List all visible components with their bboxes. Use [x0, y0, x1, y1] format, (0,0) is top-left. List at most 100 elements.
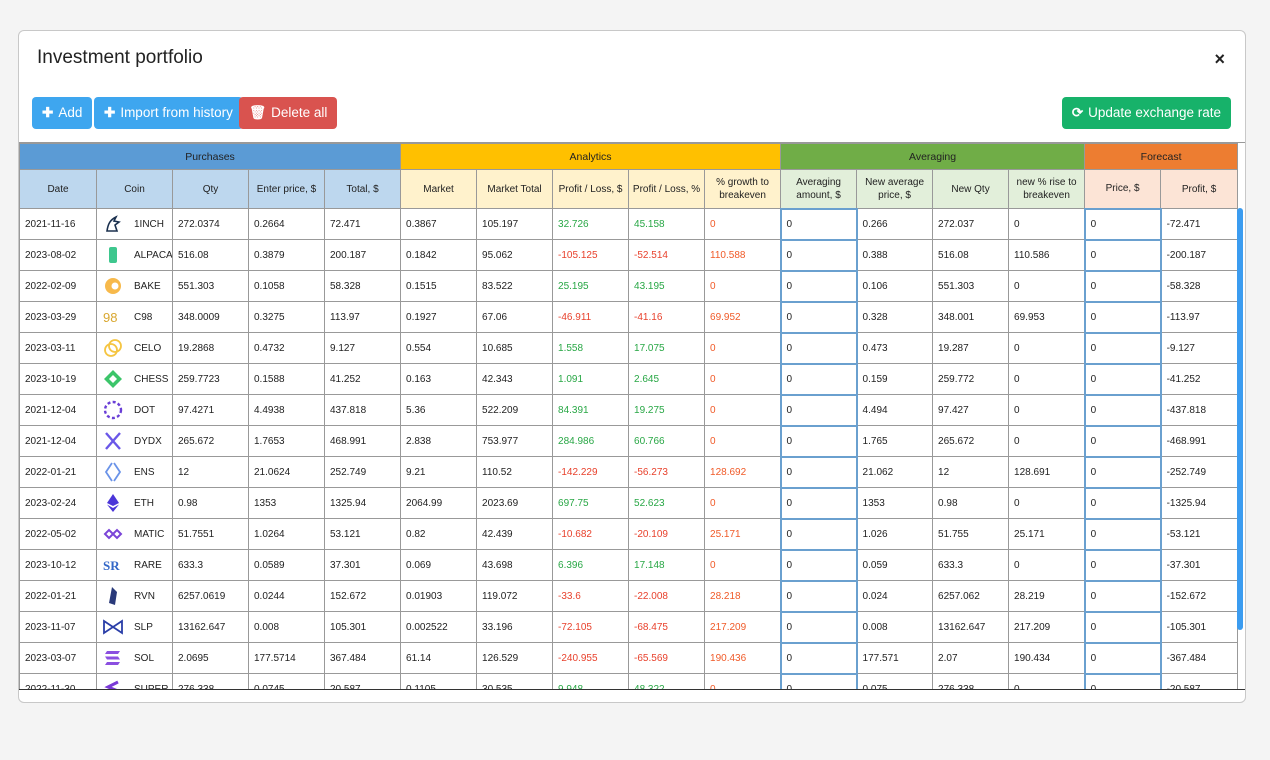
averaging-amount-input[interactable]: 0	[779, 362, 858, 396]
table-row[interactable]: 2021-12-04 DOT 97.4271 4.4938 437.818 5.36 522…	[19, 393, 1239, 427]
col-total[interactable]: Total, $	[323, 169, 402, 209]
col-forecast-profit[interactable]: Profit, $	[1160, 169, 1239, 209]
col-forecast-price[interactable]: Price, $	[1084, 169, 1162, 209]
table-row[interactable]: 2022-01-21 RVN 6257.0619 0.0244 152.672 0.019…	[19, 579, 1239, 613]
forecast-price-input[interactable]: 0	[1083, 579, 1162, 613]
total-cell: 58.328	[323, 270, 402, 302]
averaging-amount-input[interactable]: 0	[779, 672, 858, 690]
forecast-price-input[interactable]: 0	[1083, 486, 1162, 520]
averaging-amount-input[interactable]: 0	[779, 269, 858, 303]
table-row[interactable]: 2021-11-16 1INCH 272.0374 0.2664 72.471 0.386…	[19, 207, 1239, 241]
forecast-price-input[interactable]: 0	[1083, 610, 1162, 644]
bake-icon	[102, 275, 124, 297]
col-qty[interactable]: Qty	[172, 169, 249, 209]
profit-loss-pct-cell: -68.475	[628, 611, 706, 643]
new-average-price-cell: 0.059	[856, 549, 934, 581]
date-cell: 2023-08-02	[19, 239, 97, 271]
forecast-price-input[interactable]: 0	[1083, 300, 1162, 334]
market-price-cell: 9.21	[400, 456, 478, 488]
profit-loss-usd-cell: 9.948	[552, 673, 630, 690]
forecast-price-input[interactable]: 0	[1083, 455, 1162, 489]
coin-name: DYDX	[134, 435, 162, 447]
close-icon[interactable]: ×	[1214, 49, 1225, 70]
new-average-price-cell: 21.062	[856, 456, 934, 488]
new-qty-cell: 516.08	[932, 239, 1010, 271]
table-row[interactable]: 2021-12-04 DYDX 265.672 1.7653 468.991 2.838 7…	[19, 424, 1239, 458]
averaging-amount-input[interactable]: 0	[779, 393, 858, 427]
table-scrollbar[interactable]	[1237, 208, 1243, 630]
profit-loss-usd-cell: 32.726	[552, 208, 630, 240]
forecast-profit-cell: -20.587	[1160, 673, 1239, 690]
averaging-amount-input[interactable]: 0	[779, 207, 858, 241]
add-button[interactable]: ✚ Add	[32, 97, 93, 129]
forecast-price-input[interactable]: 0	[1083, 517, 1162, 551]
table-row[interactable]: 2023-10-12 SR RARE 633.3 0.0589 37.301 0.069 43…	[19, 548, 1239, 582]
update-exchange-rate-button[interactable]: ⟳ Update exchange rate	[1061, 97, 1231, 129]
total-cell: 113.97	[323, 301, 402, 333]
table-row[interactable]: 2023-02-24 ETH 0.98 1353 1325.94 2064.99 2023.…	[19, 486, 1239, 520]
forecast-price-input[interactable]: 0	[1083, 238, 1162, 272]
forecast-price-input[interactable]: 0	[1083, 424, 1162, 458]
date-cell: 2021-12-04	[19, 394, 97, 426]
table-row[interactable]: 2023-03-29 98 C98 348.0009 0.3275 113.97 0.192…	[19, 300, 1239, 334]
col-market-total[interactable]: Market Total	[476, 169, 554, 209]
col-coin[interactable]: Coin	[96, 169, 173, 209]
col-profit-loss-pct[interactable]: Profit / Loss, %	[628, 169, 706, 209]
table-row[interactable]: 2022-11-30 SUPER 276.338 0.0745 20.587 0.1105…	[19, 672, 1239, 690]
forecast-price-input[interactable]: 0	[1083, 362, 1162, 396]
col-enter-price[interactable]: Enter price, $	[248, 169, 325, 209]
enter-price-cell: 0.3275	[248, 301, 325, 333]
col-averaging-amount[interactable]: Averaging amount, $	[780, 169, 858, 209]
coin-name: CHESS	[134, 373, 169, 385]
group-purchases: Purchases	[19, 143, 402, 170]
averaging-amount-input[interactable]: 0	[779, 579, 858, 613]
forecast-price-input[interactable]: 0	[1083, 672, 1162, 690]
col-new-qty[interactable]: New Qty	[932, 169, 1010, 209]
col-date[interactable]: Date	[19, 169, 97, 209]
col-new-rise-to-breakeven[interactable]: new % rise to breakeven	[1008, 169, 1086, 209]
forecast-price-input[interactable]: 0	[1083, 548, 1162, 582]
averaging-amount-input[interactable]: 0	[779, 424, 858, 458]
table-row[interactable]: 2022-02-09 BAKE 551.303 0.1058 58.328 0.1515 8…	[19, 269, 1239, 303]
total-cell: 152.672	[323, 580, 402, 612]
table-row[interactable]: 2022-05-02 MATIC 51.7551 1.0264 53.121 0.82 42…	[19, 517, 1239, 551]
forecast-profit-cell: -9.127	[1160, 332, 1239, 364]
group-forecast: Forecast	[1084, 143, 1239, 170]
averaging-amount-input[interactable]: 0	[779, 548, 858, 582]
portfolio-table-container[interactable]: Purchases Analytics Averaging Forecast D…	[19, 143, 1245, 690]
averaging-amount-input[interactable]: 0	[779, 455, 858, 489]
new-average-price-cell: 0.008	[856, 611, 934, 643]
table-row[interactable]: 2022-01-21 ENS 12 21.0624 252.749 9.21 110.52-…	[19, 455, 1239, 489]
coin-name: SOL	[134, 652, 155, 664]
table-row[interactable]: 2023-03-11 CELO 19.2868 0.4732 9.127 0.554 10.…	[19, 331, 1239, 365]
table-row[interactable]: 2023-03-07 SOL 2.0695 177.5714 367.484 61.14 1…	[19, 641, 1239, 675]
averaging-amount-input[interactable]: 0	[779, 517, 858, 551]
averaging-amount-input[interactable]: 0	[779, 238, 858, 272]
forecast-price-input[interactable]: 0	[1083, 207, 1162, 241]
averaging-amount-input[interactable]: 0	[779, 331, 858, 365]
coin-name: MATIC	[134, 528, 165, 540]
table-row[interactable]: 2023-08-02 ALPACA 516.08 0.3879 200.187 0.184…	[19, 238, 1239, 272]
new-qty-cell: 265.672	[932, 425, 1010, 457]
forecast-price-input[interactable]: 0	[1083, 331, 1162, 365]
col-new-average-price[interactable]: New average price, $	[856, 169, 934, 209]
date-cell: 2022-01-21	[19, 580, 97, 612]
averaging-amount-input[interactable]: 0	[779, 641, 858, 675]
table-row[interactable]: 2023-11-07 SLP 13162.647 0.008 105.301 0.0025…	[19, 610, 1239, 644]
col-growth-to-breakeven[interactable]: % growth to breakeven	[704, 169, 782, 209]
forecast-price-input[interactable]: 0	[1083, 269, 1162, 303]
new-average-price-cell: 0.075	[856, 673, 934, 690]
market-price-cell: 61.14	[400, 642, 478, 674]
forecast-price-input[interactable]: 0	[1083, 641, 1162, 675]
market-price-cell: 0.554	[400, 332, 478, 364]
market-price-cell: 0.1105	[400, 673, 478, 690]
averaging-amount-input[interactable]: 0	[779, 300, 858, 334]
forecast-price-input[interactable]: 0	[1083, 393, 1162, 427]
col-profit-loss-usd[interactable]: Profit / Loss, $	[552, 169, 630, 209]
table-row[interactable]: 2023-10-19 CHESS 259.7723 0.1588 41.252 0.163…	[19, 362, 1239, 396]
averaging-amount-input[interactable]: 0	[779, 610, 858, 644]
delete-all-button[interactable]: 🗑 Delete all	[239, 97, 338, 129]
averaging-amount-input[interactable]: 0	[779, 486, 858, 520]
import-from-history-button[interactable]: ✚ Import from history	[94, 97, 243, 129]
col-market[interactable]: Market	[400, 169, 478, 209]
